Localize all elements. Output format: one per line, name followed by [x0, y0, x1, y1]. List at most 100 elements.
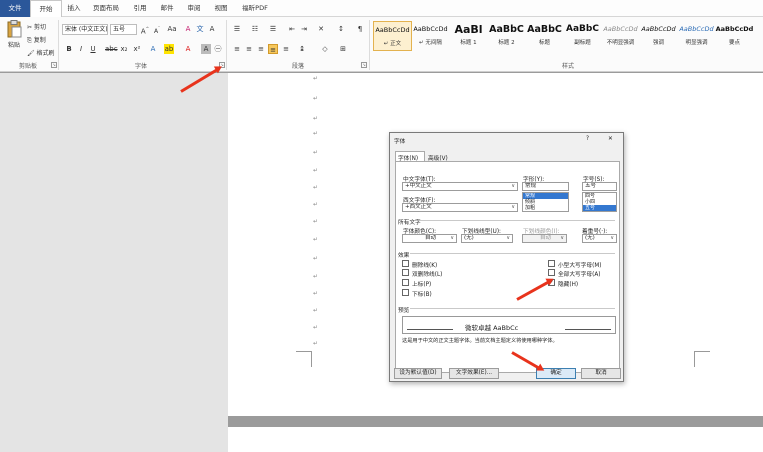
distributed-icon[interactable]: ≡: [281, 44, 291, 54]
increase-indent-icon[interactable]: ⇥: [299, 24, 309, 34]
font-name-combobox[interactable]: 宋体 (中文正文): [62, 24, 108, 35]
tab-mailings[interactable]: 邮件: [157, 0, 177, 17]
font-color-select[interactable]: 自动: [402, 234, 457, 243]
style-normal[interactable]: AaBbCcDd ↵ 正文: [373, 21, 412, 51]
borders-icon[interactable]: ⊞: [338, 44, 348, 54]
style-preview: AaBbC: [527, 24, 562, 35]
underline-style-select[interactable]: (无): [461, 234, 513, 243]
style-subtle-emphasis[interactable]: AaBbCcDd 不明显强调: [601, 21, 640, 51]
enclose-character-icon[interactable]: ㊀: [213, 44, 223, 54]
tab-references[interactable]: 引用: [130, 0, 150, 17]
style-preview: AaBbCcDd: [679, 25, 714, 33]
tab-foxit-pdf[interactable]: 福昕PDF: [238, 0, 272, 17]
subscript-icon[interactable]: x₂: [119, 44, 129, 54]
multilevel-list-icon[interactable]: ☰: [268, 24, 278, 34]
style-preview: AaBbC: [489, 24, 524, 35]
strikethrough-icon[interactable]: abc: [105, 44, 118, 54]
double-strikethrough-checkbox[interactable]: [402, 269, 409, 276]
paragraph-mark: ↵: [313, 255, 319, 262]
align-left-icon[interactable]: ≡: [232, 44, 242, 54]
phonetic-guide-icon[interactable]: 文: [195, 24, 205, 34]
paragraph-mark: ↵: [313, 290, 319, 297]
superscript-icon[interactable]: x²: [132, 44, 142, 54]
character-shading-icon[interactable]: A: [201, 44, 211, 54]
grow-font-icon[interactable]: A^: [140, 24, 150, 35]
paragraph-mark: ↵: [313, 149, 319, 156]
preview-box: 微软卓越 AaBbCc: [402, 316, 616, 334]
bold-icon[interactable]: B: [64, 44, 74, 54]
tab-review[interactable]: 审阅: [184, 0, 204, 17]
baseline: [565, 329, 611, 330]
change-case-icon[interactable]: Aa: [167, 24, 177, 34]
align-right-icon[interactable]: ≡: [256, 44, 266, 54]
format-painter-button[interactable]: 🖌 格式刷: [27, 48, 55, 57]
superscript-checkbox[interactable]: [402, 279, 409, 286]
font-color-icon[interactable]: A: [183, 44, 193, 54]
italic-icon[interactable]: I: [76, 44, 86, 54]
style-heading-2[interactable]: AaBbC 标题 2: [487, 21, 526, 51]
highlight-icon[interactable]: ab: [164, 44, 174, 54]
line-spacing-icon[interactable]: ↨: [297, 44, 307, 54]
style-strong[interactable]: AaBbCcDd 要点: [715, 21, 754, 51]
copy-button[interactable]: ⎘ 复制: [27, 35, 46, 45]
tab-view[interactable]: 视图: [211, 0, 231, 17]
superscript-label: 上标(P): [412, 282, 432, 288]
tab-font[interactable]: 字体(N): [395, 151, 425, 162]
style-no-spacing[interactable]: AaBbCcDd ↵ 无间隔: [411, 21, 450, 51]
show-marks-icon[interactable]: ¶: [355, 24, 365, 34]
style-emphasis[interactable]: AaBbCcDd 强调: [639, 21, 678, 51]
brush-icon: 🖌: [27, 50, 35, 57]
font-size-input[interactable]: 五号: [582, 182, 617, 191]
cut-button[interactable]: ✂ 剪切: [27, 22, 46, 31]
tab-page-layout[interactable]: 页面布局: [90, 0, 122, 17]
shading-icon[interactable]: ◇: [320, 44, 330, 54]
paragraph-mark: ↵: [313, 115, 319, 122]
cancel-button[interactable]: 取消: [581, 368, 621, 379]
tab-insert[interactable]: 插入: [64, 0, 84, 17]
style-title[interactable]: AaBbC 标题: [525, 21, 564, 51]
paste-button[interactable]: 粘贴: [4, 20, 24, 58]
style-heading-1[interactable]: AaBl 标题 1: [449, 21, 488, 51]
underline-color-select: 自动: [522, 234, 567, 243]
tab-file[interactable]: 文件: [0, 0, 30, 17]
chinese-font-select[interactable]: +中文正文: [402, 182, 518, 191]
style-intense-emphasis[interactable]: AaBbCcDd 明显强调: [677, 21, 716, 51]
tab-home[interactable]: 开始: [30, 0, 62, 18]
set-default-button[interactable]: 设为默认值(D): [394, 368, 442, 379]
justify-icon[interactable]: ≡: [268, 44, 278, 54]
close-icon[interactable]: ✕: [608, 136, 613, 142]
shrink-font-icon[interactable]: Aˇ: [152, 24, 162, 35]
help-icon[interactable]: ?: [586, 136, 589, 142]
font-style-list[interactable]: 常规 倾斜 加粗: [522, 192, 569, 212]
paragraph-launcher-icon[interactable]: ↘: [361, 62, 367, 68]
western-font-select[interactable]: +西文正文: [402, 203, 518, 212]
preview-note: 这是用于中文的正文主题字体。当前文档主题定义将使用哪种字体。: [402, 338, 558, 344]
numbering-icon[interactable]: ☷: [250, 24, 260, 34]
small-caps-checkbox[interactable]: [548, 260, 555, 267]
font-group-label: 字体: [134, 63, 147, 70]
sort-icon[interactable]: ↕: [336, 24, 346, 34]
clear-format-icon[interactable]: A: [183, 24, 193, 34]
align-center-icon[interactable]: ≡: [244, 44, 254, 54]
decrease-indent-icon[interactable]: ⇤: [287, 24, 297, 34]
divider: [410, 253, 615, 254]
style-subtitle[interactable]: AaBbC 副标题: [563, 21, 602, 51]
font-style-input[interactable]: 常规: [522, 182, 569, 191]
ribbon-tab-bar: 文件 开始 插入 页面布局 引用 邮件 审阅 视图 福昕PDF: [0, 0, 763, 18]
underline-icon[interactable]: U: [88, 44, 98, 54]
character-border-icon[interactable]: A: [207, 24, 217, 34]
text-effects-button[interactable]: 文字效果(E)...: [449, 368, 499, 379]
emphasis-mark-select[interactable]: (无): [582, 234, 617, 243]
clipboard-launcher-icon[interactable]: ↘: [51, 62, 57, 68]
list-item[interactable]: 五号: [583, 205, 616, 211]
list-item[interactable]: 加粗: [523, 205, 568, 211]
paragraph-mark: ↵: [313, 201, 319, 208]
chinese-layout-icon[interactable]: ✕: [316, 24, 326, 34]
text-effects-icon[interactable]: A: [148, 44, 158, 54]
strikethrough-checkbox[interactable]: [402, 260, 409, 267]
document-page-next[interactable]: [228, 427, 763, 452]
subscript-checkbox[interactable]: [402, 289, 409, 296]
bullets-icon[interactable]: ☰: [232, 24, 242, 34]
font-size-combobox[interactable]: 五号: [110, 24, 137, 35]
font-size-list[interactable]: 四号 小四 五号: [582, 192, 617, 212]
